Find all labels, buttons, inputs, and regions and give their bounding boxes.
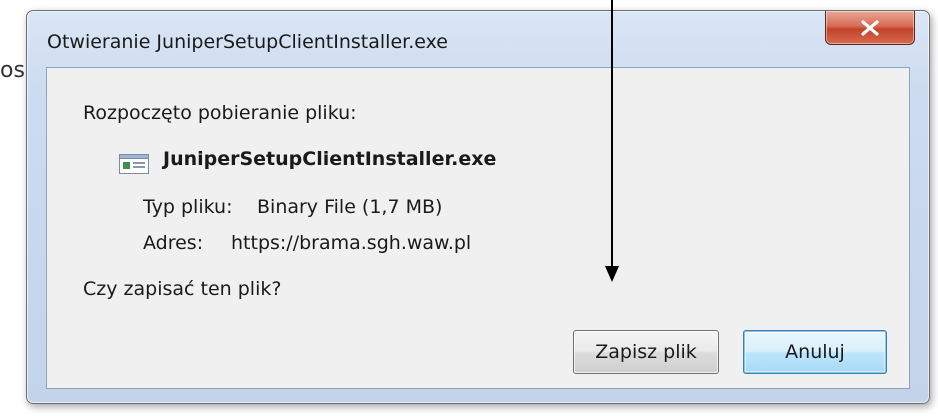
intro-text: Rozpoczęto pobieranie pliku: (83, 102, 357, 124)
close-icon (861, 19, 879, 36)
save-question: Czy zapisać ten plik? (83, 278, 282, 300)
address-label: Adres: (143, 232, 204, 254)
save-file-button[interactable]: Zapisz plik (573, 330, 719, 374)
file-name: JuniperSetupClientInstaller.exe (163, 148, 497, 170)
background-text: os (0, 58, 25, 83)
close-button[interactable] (825, 11, 915, 45)
file-type-label: Typ pliku: (143, 196, 233, 218)
file-icon (119, 154, 149, 174)
cancel-button[interactable]: Anuluj (743, 330, 887, 374)
file-type-value: Binary File (1,7 MB) (257, 196, 443, 218)
address-value: https://brama.sgh.waw.pl (231, 232, 472, 254)
download-dialog: Otwieranie JuniperSetupClientInstaller.e… (26, 10, 930, 404)
screen: os Otwieranie JuniperSetupClientInstalle… (0, 0, 938, 416)
dialog-title: Otwieranie JuniperSetupClientInstaller.e… (47, 31, 448, 53)
dialog-content: Rozpoczęto pobieranie pliku: JuniperSetu… (46, 67, 910, 389)
title-bar[interactable]: Otwieranie JuniperSetupClientInstaller.e… (27, 11, 929, 71)
